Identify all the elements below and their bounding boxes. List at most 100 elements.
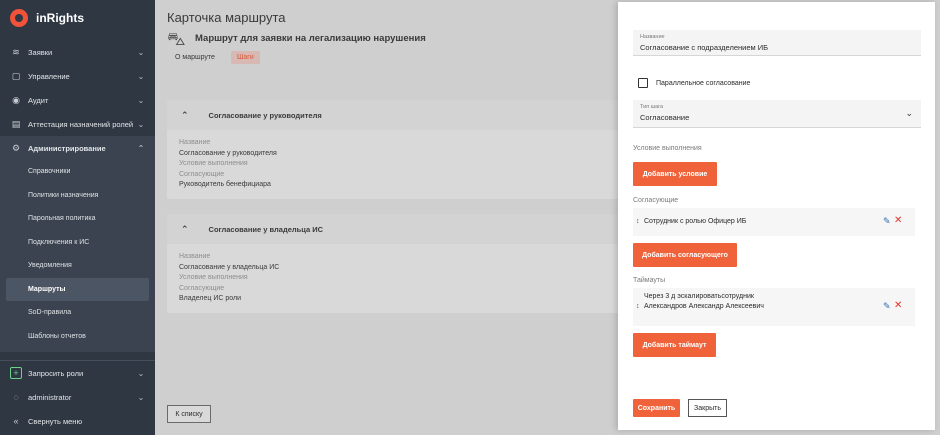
sidebar-subitem-assignment-policies[interactable]: Политики назначения [0,184,155,208]
sidebar-item-management[interactable]: ▢ Управление ⌄ [0,64,155,88]
field-label: Согласующие [179,170,225,178]
timeout-row: Через 3 д эскалироватьсотрудник ↕ Алекса… [633,288,915,326]
field-value: Согласование у руководителя [179,149,277,157]
save-button[interactable]: Сохранить [633,399,680,417]
close-button[interactable]: Закрыть [688,399,727,417]
logo[interactable]: inRights [10,8,84,28]
step-title: Согласование у руководителя [208,110,322,120]
sidebar: inRights ≋ Заявки ⌄ ▢ Управление ⌄ ◉ Ауд… [0,0,155,435]
sidebar-item-label: Заявки [28,47,53,57]
sidebar-subitem-is-connections[interactable]: Подключения к ИС [0,231,155,255]
chevron-down-icon: ⌄ [137,392,145,402]
sidebar-subitem-report-templates[interactable]: Шаблоны отчетов [0,325,155,349]
step-type-select[interactable]: Тип шага Согласование ⌄ [633,100,921,128]
field-label: Название [179,253,211,260]
sidebar-nav: ≋ Заявки ⌄ ▢ Управление ⌄ ◉ Аудит ⌄ ▤ Ат… [0,40,155,352]
sidebar-item-label: Аудит [28,95,49,105]
sidebar-item-label: Администрирование [28,143,106,153]
field-label: Название [640,34,665,40]
approvers-section-label: Согласующие [633,197,679,204]
page-title: Карточка маршрута [167,10,286,25]
chevron-down-icon: ⌄ [137,71,145,81]
step-card-header[interactable]: ⌃ Согласование у руководителя [167,100,627,130]
step-name-input[interactable]: Согласование с подразделением ИБ [640,43,768,52]
chevron-up-icon[interactable]: ⌃ [181,224,189,235]
chevron-up-icon[interactable]: ⌃ [181,110,189,121]
step-card-header[interactable]: ⌃ Согласование у владельца ИС [167,214,627,244]
field-value: Владелец ИС роли [179,295,241,302]
edit-icon[interactable]: ✎ [883,301,891,312]
step-type-value: Согласование [640,113,690,122]
condition-section-label: Условие выполнения [633,145,702,152]
timeout-rule-text: Через 3 д эскалироватьсотрудник [644,293,754,300]
approver-row: ↕ Сотрудник с ролью Офицер ИБ ✎ ✕ [633,208,915,236]
sidebar-item-administration[interactable]: ⚙ Администрирование ⌃ [0,136,155,160]
approver-text: Сотрудник с ролью Офицер ИБ [644,218,747,225]
tabs: О маршруте Шаги [169,51,260,64]
step-title: Согласование у владельца ИС [208,224,324,234]
plus-icon: + [10,367,22,379]
field-label: Согласующие [179,284,225,292]
sidebar-subitem-notifications[interactable]: Уведомления [0,254,155,278]
field-label: Тип шага [640,104,664,110]
sidebar-subitem-sod-rules[interactable]: SoD-правила [0,301,155,325]
sidebar-group-admin: ⚙ Администрирование ⌃ Справочники Полити… [0,136,155,352]
step-name-field[interactable]: Название Согласование с подразделением И… [633,30,921,56]
sidebar-item-label: Аттестация назначений ролей [28,119,134,129]
timeout-employee-text: Александров Александр Алексеевич [644,303,764,310]
step-card-body: Название Согласование у руководителя Усл… [167,130,627,199]
folder-icon: ▢ [11,70,21,81]
add-timeout-button[interactable]: Добавить таймаут [633,333,716,357]
timeouts-section-label: Таймауты [633,277,666,284]
step-edit-panel: Название Согласование с подразделением И… [618,2,935,430]
user-icon: ◌ [13,392,19,402]
sidebar-item-label: Запросить роли [28,368,84,378]
parallel-approval-checkbox[interactable] [638,78,648,88]
double-chevron-left-icon: « [13,416,19,426]
sidebar-subitem-routes[interactable]: Маршруты [6,277,149,301]
sidebar-item-label: Управление [28,71,70,81]
layers-icon: ≋ [12,46,20,57]
route-name: Маршрут для заявки на легализацию наруше… [195,33,426,44]
back-to-list-button[interactable]: К списку [167,405,211,423]
drag-handle-icon[interactable]: ↕ [636,218,640,225]
edit-icon[interactable]: ✎ [883,216,891,227]
step-card: ⌃ Согласование у руководителя Название С… [167,100,627,199]
sidebar-item-attestation[interactable]: ▤ Аттестация назначений ролей ⌄ [0,112,155,136]
chevron-down-icon: ⌄ [905,108,913,118]
sidebar-subitem-dictionaries[interactable]: Справочники [0,160,155,184]
sidebar-item-audit[interactable]: ◉ Аудит ⌄ [0,88,155,112]
drag-handle-icon[interactable]: ↕ [636,303,640,310]
route-icon: ⛍ [167,29,186,49]
chevron-down-icon: ⌄ [137,368,145,378]
sidebar-item-label: administrator [28,392,72,402]
field-label: Название [179,139,211,146]
delete-icon[interactable]: ✕ [894,300,902,311]
chevron-down-icon: ⌄ [137,47,145,57]
tab-steps[interactable]: Шаги [230,51,260,64]
parallel-approval-row[interactable]: Параллельное согласование [638,78,750,88]
chevron-down-icon: ⌄ [137,95,145,105]
sidebar-bottom: + Запросить роли ⌄ ◌ administrator ⌄ « С… [0,360,155,433]
sidebar-item-requests[interactable]: ≋ Заявки ⌄ [0,40,155,64]
app-name: inRights [36,11,84,25]
eye-icon: ◉ [12,94,20,105]
gear-icon: ⚙ [11,142,21,153]
user-menu-item[interactable]: ◌ administrator ⌄ [0,385,155,409]
field-value: Согласование у владельца ИС [179,263,280,271]
field-label: Условие выполнения [179,274,248,281]
collapse-menu-item[interactable]: « Свернуть меню [0,409,155,433]
field-label: Условие выполнения [179,160,248,167]
sidebar-item-label: Свернуть меню [28,416,83,426]
step-card: ⌃ Согласование у владельца ИС Название С… [167,214,627,313]
logo-icon [10,9,28,27]
add-condition-button[interactable]: Добавить условие [633,162,717,186]
chevron-up-icon: ⌃ [137,143,145,153]
sidebar-subitem-password-policy[interactable]: Парольная политика [0,207,155,231]
delete-icon[interactable]: ✕ [894,215,902,226]
clipboard-icon: ▤ [11,118,21,129]
chevron-down-icon: ⌄ [137,119,145,129]
tab-about-route[interactable]: О маршруте [169,51,221,64]
add-approver-button[interactable]: Добавить согласующего [633,243,737,267]
request-roles-item[interactable]: + Запросить роли ⌄ [0,361,155,385]
